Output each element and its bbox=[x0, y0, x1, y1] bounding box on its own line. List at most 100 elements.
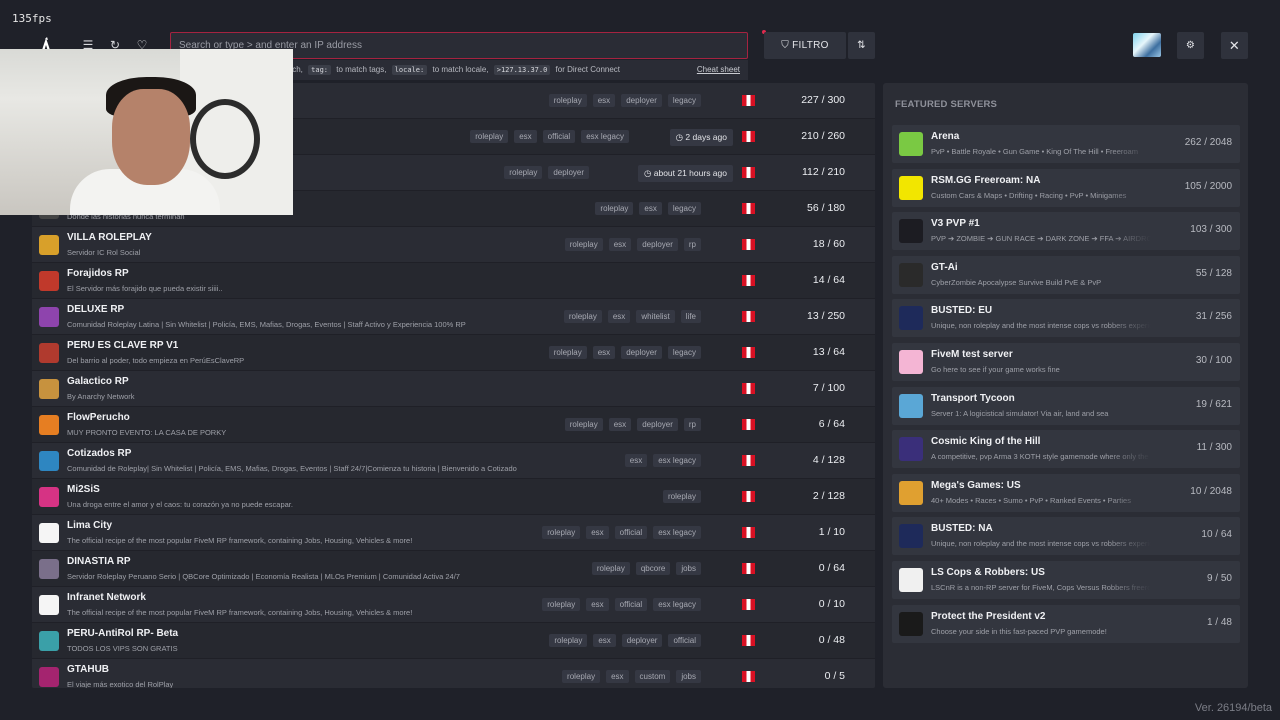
server-tag[interactable]: rp bbox=[683, 418, 701, 431]
featured-server-item[interactable]: Transport Tycoon Server 1: A logicistica… bbox=[892, 386, 1240, 425]
server-tag[interactable]: whitelist bbox=[636, 310, 675, 323]
server-tag[interactable]: official bbox=[668, 634, 701, 647]
avatar[interactable] bbox=[1133, 33, 1161, 57]
featured-server-item[interactable]: V3 PVP #1 PVP ➔ ZOMBIE ➔ GUN RACE ➔ DARK… bbox=[892, 212, 1240, 251]
player-count: 56 / 180 bbox=[807, 202, 845, 214]
server-tag[interactable]: roleplay bbox=[662, 490, 701, 503]
featured-player-count: 9 / 50 bbox=[1206, 573, 1232, 584]
server-tag[interactable]: roleplay bbox=[562, 670, 601, 683]
server-row[interactable]: Forajidos RP El Servidor más forajido qu… bbox=[32, 263, 875, 299]
featured-server-name: BUSTED: NA bbox=[931, 523, 993, 535]
server-icon bbox=[39, 235, 59, 255]
featured-server-item[interactable]: BUSTED: EU Unique, non roleplay and the … bbox=[892, 299, 1240, 338]
server-tag[interactable]: roleplay bbox=[548, 94, 587, 107]
server-description: TODOS LOS VIPS SON GRATIS bbox=[67, 644, 178, 653]
server-tag[interactable]: deployer bbox=[621, 346, 662, 359]
server-row[interactable]: Lima City The official recipe of the mos… bbox=[32, 515, 875, 551]
server-tag[interactable]: deployer bbox=[637, 418, 678, 431]
featured-server-item[interactable]: GT-Ai CyberZombie Apocalypse Survive Bui… bbox=[892, 255, 1240, 294]
featured-server-icon bbox=[899, 350, 923, 374]
server-tag[interactable]: esx bbox=[592, 94, 616, 107]
server-row[interactable]: PERU-AntiRol RP- Beta TODOS LOS VIPS SON… bbox=[32, 623, 875, 659]
server-tag[interactable]: legacy bbox=[667, 346, 701, 359]
server-tag[interactable]: esx legacy bbox=[653, 454, 701, 467]
server-tag[interactable]: roleplay bbox=[564, 238, 603, 251]
server-row[interactable]: DELUXE RP Comunidad Roleplay Latina | Si… bbox=[32, 299, 875, 335]
featured-server-icon bbox=[899, 219, 923, 244]
featured-server-item[interactable]: Protect the President v2 Choose your sid… bbox=[892, 604, 1240, 643]
server-tag[interactable]: deployer bbox=[621, 94, 662, 107]
featured-server-item[interactable]: BUSTED: NA Unique, non roleplay and the … bbox=[892, 517, 1240, 556]
server-tags: roleplay esx official esx legacy bbox=[542, 598, 701, 611]
server-tag[interactable]: rp bbox=[683, 238, 701, 251]
server-tag[interactable]: life bbox=[680, 310, 701, 323]
featured-server-description: Unique, non roleplay and the most intens… bbox=[931, 321, 1151, 331]
server-tag[interactable]: roleplay bbox=[549, 634, 588, 647]
server-tag[interactable]: roleplay bbox=[595, 202, 634, 215]
server-tag[interactable]: esx bbox=[607, 310, 631, 323]
server-row[interactable]: Mi2SiS Una droga entre el amor y el caos… bbox=[32, 479, 875, 515]
server-row[interactable]: Cotizados RP Comunidad de Roleplay| Sin … bbox=[32, 443, 875, 479]
player-count: 2 / 128 bbox=[812, 490, 845, 502]
server-tag[interactable]: esx legacy bbox=[653, 526, 701, 539]
server-tag[interactable]: roleplay bbox=[542, 526, 581, 539]
server-tags: roleplay esx custom jobs bbox=[562, 670, 701, 683]
featured-server-icon bbox=[899, 393, 923, 418]
server-row[interactable]: Galactico RP By Anarchy Network 7 / 100 bbox=[32, 371, 875, 407]
server-tag[interactable]: jobs bbox=[676, 562, 701, 575]
server-tag[interactable]: roleplay bbox=[564, 418, 603, 431]
server-tag[interactable]: jobs bbox=[676, 670, 701, 683]
server-tag[interactable]: esx bbox=[586, 526, 609, 539]
close-button[interactable]: ✕ bbox=[1221, 32, 1248, 59]
sort-button[interactable]: ⇅ bbox=[848, 32, 875, 59]
server-tag[interactable]: esx bbox=[608, 238, 632, 251]
filter-button[interactable]: ⛉ FILTRO bbox=[764, 32, 846, 59]
server-tag[interactable]: official bbox=[542, 130, 576, 143]
server-row[interactable]: FlowPerucho MUY PRONTO EVENTO: LA CASA D… bbox=[32, 407, 875, 443]
server-tag[interactable]: official bbox=[614, 598, 648, 611]
server-row[interactable]: VILLA ROLEPLAY Servidor IC Rol Social ro… bbox=[32, 227, 875, 263]
server-description: Una droga entre el amor y el caos: tu co… bbox=[67, 500, 293, 509]
settings-button[interactable]: ⚙ bbox=[1177, 32, 1204, 59]
server-tags: roleplay qbcore jobs bbox=[591, 562, 701, 575]
server-tag[interactable]: esx bbox=[606, 670, 629, 683]
server-tag[interactable]: esx legacy bbox=[653, 598, 701, 611]
server-tag[interactable]: legacy bbox=[667, 202, 701, 215]
server-tag[interactable]: roleplay bbox=[542, 598, 581, 611]
featured-server-item[interactable]: Cosmic King of the Hill A competitive, p… bbox=[892, 430, 1240, 469]
server-row[interactable]: PERU ES CLAVE RP V1 Del barrio al poder,… bbox=[32, 335, 875, 371]
server-tag[interactable]: esx bbox=[639, 202, 662, 215]
server-tag[interactable]: esx legacy bbox=[581, 130, 629, 143]
featured-player-count: 31 / 256 bbox=[1195, 311, 1232, 323]
server-tag[interactable]: legacy bbox=[667, 94, 701, 107]
server-tag[interactable]: roleplay bbox=[504, 166, 543, 179]
player-count: 0 / 10 bbox=[818, 598, 845, 610]
server-tag[interactable]: esx bbox=[592, 346, 616, 359]
server-tag[interactable]: roleplay bbox=[591, 562, 630, 575]
cheat-sheet-link[interactable]: Cheat sheet bbox=[697, 60, 740, 80]
server-tag[interactable]: esx bbox=[514, 130, 537, 143]
server-description: The official recipe of the most popular … bbox=[67, 608, 413, 617]
server-row[interactable]: GTAHUB El viaje más exotico del RolPlay … bbox=[32, 659, 875, 688]
featured-server-item[interactable]: Mega's Games: US 40+ Modes • Races • Sum… bbox=[892, 473, 1240, 512]
server-tag[interactable]: qbcore bbox=[635, 562, 671, 575]
featured-server-item[interactable]: LS Cops & Robbers: US LSCnR is a non-RP … bbox=[892, 561, 1240, 599]
server-tag[interactable]: esx bbox=[586, 598, 609, 611]
featured-server-item[interactable]: RSM.GG Freeroam: NA Custom Cars & Maps •… bbox=[892, 168, 1240, 207]
server-tag[interactable]: deployer bbox=[621, 634, 663, 647]
server-tag[interactable]: esx bbox=[593, 634, 616, 647]
server-row[interactable]: DINASTIA RP Servidor Roleplay Peruano Se… bbox=[32, 551, 875, 587]
server-tag[interactable]: custom bbox=[634, 670, 671, 683]
server-tag[interactable]: deployer bbox=[548, 166, 589, 179]
server-tag[interactable]: official bbox=[614, 526, 648, 539]
server-tag[interactable]: deployer bbox=[637, 238, 678, 251]
server-tag[interactable]: esx bbox=[624, 454, 648, 467]
server-tag[interactable]: roleplay bbox=[470, 130, 509, 143]
server-tag[interactable]: roleplay bbox=[563, 310, 602, 323]
server-tag[interactable]: roleplay bbox=[548, 346, 587, 359]
server-tags: roleplay esx deployer rp bbox=[564, 418, 701, 431]
featured-server-item[interactable]: FiveM test server Go here to see if your… bbox=[892, 343, 1240, 381]
featured-server-item[interactable]: Arena PvP • Battle Royale • Gun Game • K… bbox=[892, 125, 1240, 163]
server-tag[interactable]: esx bbox=[608, 418, 632, 431]
server-row[interactable]: Infranet Network The official recipe of … bbox=[32, 587, 875, 623]
